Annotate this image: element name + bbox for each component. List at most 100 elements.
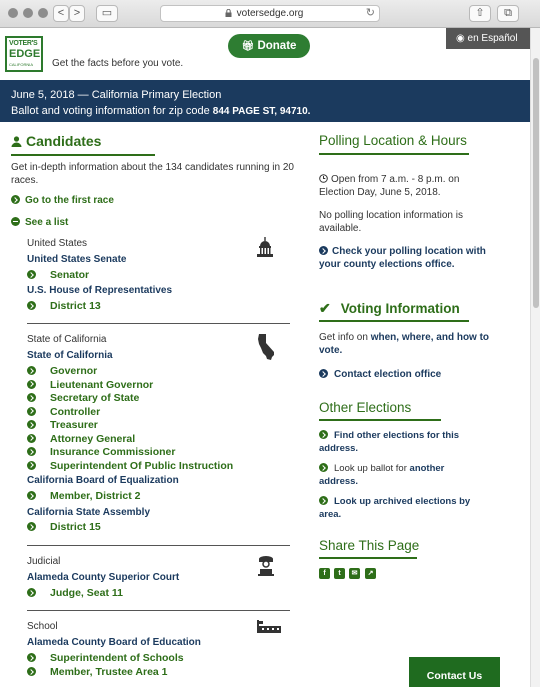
site-logo[interactable]: VOTER'S EDGE CALIFORNIA [5, 36, 43, 72]
person-icon [11, 136, 22, 147]
office-label: Judge, Seat 11 [50, 587, 123, 599]
chevron-circle-icon [27, 420, 36, 429]
office-link[interactable]: Attorney General [27, 433, 135, 445]
clock-icon [319, 174, 328, 183]
school-icon [257, 620, 281, 633]
chevron-circle-icon [27, 522, 36, 531]
office-link[interactable]: Member, District 2 [27, 490, 140, 502]
close-window-icon[interactable] [8, 8, 18, 18]
capitol-icon [257, 237, 273, 257]
see-list-label: See a list [25, 217, 69, 228]
contact-office-label: Contact election office [334, 369, 442, 380]
chevron-circle-icon [319, 496, 328, 505]
share-browser-button[interactable]: ⇧ [469, 5, 491, 22]
facebook-icon[interactable]: f [319, 568, 330, 579]
group-header-judicial: Judicial [27, 556, 61, 567]
group-header-ca: State of California [27, 334, 107, 345]
office-label: Member, Trustee Area 1 [50, 666, 168, 678]
race-body[interactable]: United States Senate [27, 254, 126, 265]
office-label: Attorney General [50, 432, 136, 445]
tabs-overview-button[interactable]: ⧉ [497, 5, 519, 22]
chevron-circle-icon [11, 195, 20, 204]
chevron-circle-icon [27, 653, 36, 662]
office-link[interactable]: Member, Trustee Area 1 [27, 666, 168, 678]
race-body[interactable]: California Board of Equalization [27, 475, 179, 486]
office-link[interactable]: Insurance Commissioner [27, 446, 175, 458]
contact-us-button[interactable]: Contact Us [409, 657, 500, 687]
chevron-circle-icon [319, 430, 328, 439]
main-content: Candidates Get in-depth information abou… [0, 122, 530, 687]
contact-office-link[interactable]: Contact election office [319, 368, 441, 381]
group-divider [27, 610, 290, 611]
lookup-prefix: Look up ballot for [334, 463, 410, 474]
group-divider [27, 323, 290, 324]
language-label: en Español [467, 33, 518, 44]
race-body[interactable]: Alameda County Board of Education [27, 637, 201, 648]
first-race-label: Go to the first race [25, 195, 114, 206]
race-body[interactable]: California State Assembly [27, 507, 150, 518]
office-label: Insurance Commissioner [50, 446, 176, 458]
race-body[interactable]: Alameda County Superior Court [27, 572, 179, 583]
office-link[interactable]: District 13 [27, 300, 101, 312]
zoom-window-icon[interactable] [38, 8, 48, 18]
archived-elections-link[interactable]: Look up archived elections by area. [319, 495, 479, 521]
chevron-circle-icon [27, 667, 36, 676]
office-link[interactable]: Secretary of State [27, 392, 139, 404]
judge-icon [258, 556, 274, 576]
minimize-window-icon[interactable] [23, 8, 33, 18]
ballot-zip-line: Ballot and voting information for zip co… [11, 105, 519, 117]
chevron-circle-icon [319, 369, 328, 378]
chevron-circle-icon [27, 491, 36, 500]
zip-code: 844 PAGE ST, 94710. [212, 106, 311, 117]
first-race-link[interactable]: Go to the first race [11, 194, 114, 207]
office-label: Member, District 2 [50, 490, 141, 502]
share-rule [319, 557, 417, 559]
scrollbar-thumb[interactable] [533, 58, 539, 308]
chevron-circle-icon [319, 246, 328, 255]
office-label: Secretary of State [50, 392, 140, 404]
candidates-header: Candidates [11, 133, 101, 151]
race-body[interactable]: State of California [27, 350, 113, 361]
page-scrollbar[interactable] [530, 28, 540, 687]
sidebar-toggle-button[interactable]: ▭ [96, 5, 118, 22]
office-link[interactable]: Lieutenant Governor [27, 379, 153, 391]
forward-button[interactable]: > [69, 5, 85, 22]
office-link[interactable]: Senator [27, 269, 89, 281]
voting-rule [319, 320, 469, 322]
office-label: District 15 [50, 521, 101, 533]
browser-toolbar: < > ▭ votersedge.org ↻ ⇧ ⧉ [0, 0, 540, 28]
office-link[interactable]: Judge, Seat 11 [27, 587, 123, 599]
donate-label: Donate [257, 40, 297, 52]
see-list-toggle[interactable]: See a list [11, 216, 68, 229]
minus-circle-icon [11, 217, 20, 226]
office-label: Controller [50, 405, 101, 418]
ballot-zip-prefix: Ballot and voting information for zip co… [11, 105, 213, 117]
voting-header: ✔ Voting Information [319, 300, 460, 318]
office-link[interactable]: District 15 [27, 521, 101, 533]
office-link[interactable]: Treasurer [27, 419, 98, 431]
check-polling-link[interactable]: Check your polling location with your co… [319, 245, 499, 271]
logo-line3: CALIFORNIA [9, 62, 34, 67]
gift-icon: 🎁︎ [241, 41, 255, 52]
donate-button[interactable]: 🎁︎ Donate [228, 34, 310, 58]
reload-icon[interactable]: ↻ [366, 6, 375, 21]
election-banner: June 5, 2018 — California Primary Electi… [0, 80, 530, 122]
voting-info-prefix: Get info on [319, 332, 371, 343]
language-button[interactable]: ◉ en Español [446, 28, 530, 49]
address-bar[interactable]: votersedge.org ↻ [160, 5, 380, 22]
voting-info: Get info on when, where, and how to vote… [319, 331, 509, 357]
group-header-school: School [27, 621, 58, 632]
globe-icon: ◉ [456, 33, 465, 44]
email-icon[interactable]: ✉ [349, 568, 360, 579]
office-link[interactable]: Superintendent of Schools [27, 652, 184, 664]
office-link[interactable]: Superintendent Of Public Instruction [27, 460, 233, 472]
share-icon[interactable]: ↗ [365, 568, 376, 579]
office-label: Treasurer [50, 419, 98, 431]
race-body[interactable]: U.S. House of Representatives [27, 285, 172, 296]
office-link[interactable]: Governor [27, 365, 97, 377]
twitter-icon[interactable]: t [334, 568, 345, 579]
back-button[interactable]: < [53, 5, 69, 22]
chevron-circle-icon [27, 270, 36, 279]
office-link[interactable]: Controller [27, 406, 100, 418]
find-elections-link[interactable]: Find other elections for this address. [319, 429, 479, 455]
